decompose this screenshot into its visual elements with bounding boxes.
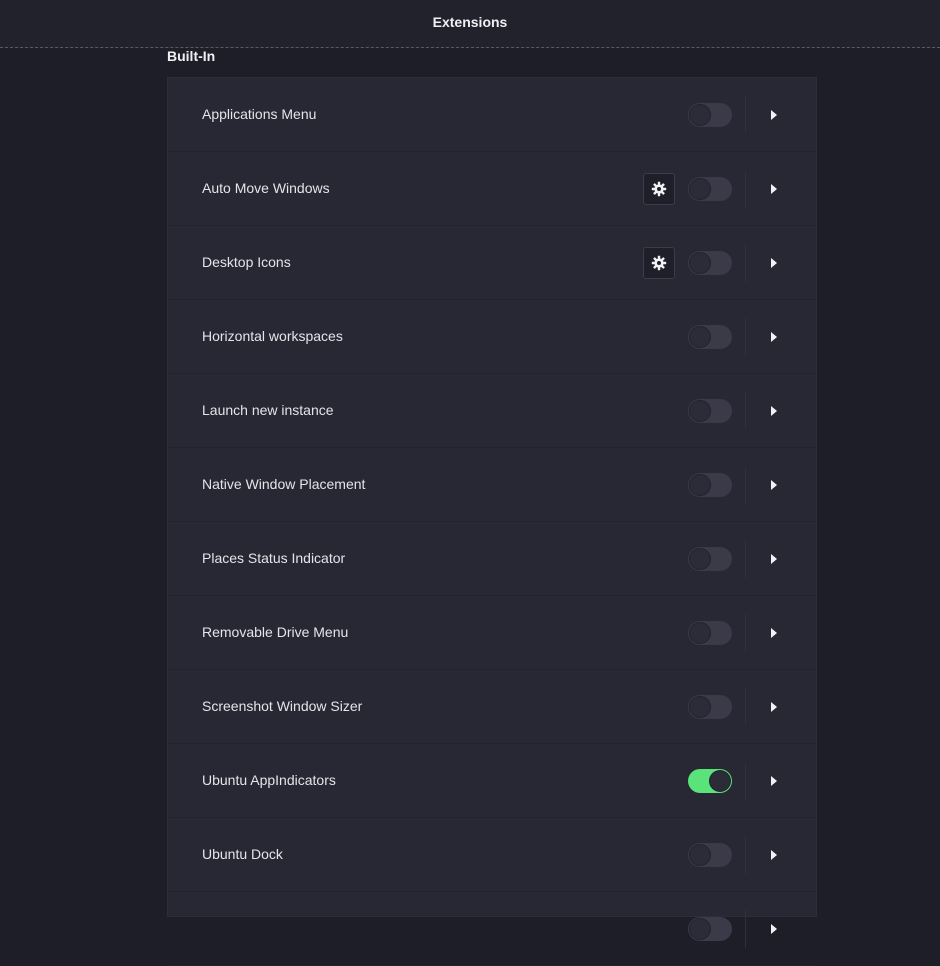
row-divider bbox=[745, 466, 746, 504]
chevron-right-icon bbox=[771, 776, 777, 786]
toggle-knob bbox=[690, 919, 710, 939]
toggle-knob bbox=[690, 845, 710, 865]
chevron-right-icon bbox=[771, 850, 777, 860]
expand-row-button[interactable] bbox=[769, 479, 779, 491]
extension-toggle[interactable] bbox=[688, 917, 732, 941]
extension-row[interactable]: Places Status Indicator bbox=[168, 522, 816, 596]
extensions-list: Applications Menu Auto Move Windows Deskto… bbox=[167, 77, 817, 966]
extension-row[interactable]: Auto Move Windows bbox=[168, 152, 816, 226]
expand-row-button[interactable] bbox=[769, 701, 779, 713]
extension-toggle[interactable] bbox=[688, 251, 732, 275]
expand-row-button[interactable] bbox=[769, 183, 779, 195]
extension-toggle[interactable] bbox=[688, 547, 732, 571]
row-divider bbox=[745, 688, 746, 726]
chevron-right-icon bbox=[771, 184, 777, 194]
extension-name: Horizontal workspaces bbox=[202, 328, 343, 344]
row-divider bbox=[745, 762, 746, 800]
extension-toggle[interactable] bbox=[688, 325, 732, 349]
section-title: Built-In bbox=[167, 48, 216, 64]
extension-name: Places Status Indicator bbox=[202, 550, 346, 566]
extension-toggle[interactable] bbox=[688, 473, 732, 497]
extension-row[interactable]: Launch new instance bbox=[168, 374, 816, 448]
toggle-knob bbox=[690, 253, 710, 273]
chevron-right-icon bbox=[771, 258, 777, 268]
extension-settings-button[interactable] bbox=[643, 173, 675, 205]
toggle-knob bbox=[690, 327, 710, 347]
chevron-right-icon bbox=[771, 406, 777, 416]
expand-row-button[interactable] bbox=[769, 627, 779, 639]
chevron-right-icon bbox=[771, 110, 777, 120]
expand-row-button[interactable] bbox=[769, 923, 779, 935]
chevron-right-icon bbox=[771, 628, 777, 638]
expand-row-button[interactable] bbox=[769, 257, 779, 269]
row-divider bbox=[745, 540, 746, 578]
extension-toggle[interactable] bbox=[688, 103, 732, 127]
extension-settings-button[interactable] bbox=[643, 247, 675, 279]
toggle-knob bbox=[690, 401, 710, 421]
header-bar: Extensions bbox=[0, 0, 940, 48]
extension-toggle[interactable] bbox=[688, 769, 732, 793]
extension-name: Native Window Placement bbox=[202, 476, 366, 492]
expand-row-button[interactable] bbox=[769, 775, 779, 787]
expand-row-button[interactable] bbox=[769, 849, 779, 861]
gear-icon bbox=[651, 181, 667, 197]
row-divider bbox=[745, 910, 746, 948]
chevron-right-icon bbox=[771, 332, 777, 342]
extension-row[interactable]: Removable Drive Menu bbox=[168, 596, 816, 670]
extension-row[interactable]: Desktop Icons bbox=[168, 226, 816, 300]
extension-toggle[interactable] bbox=[688, 695, 732, 719]
extension-toggle[interactable] bbox=[688, 399, 732, 423]
chevron-right-icon bbox=[771, 924, 777, 934]
row-divider bbox=[745, 96, 746, 134]
row-divider bbox=[745, 836, 746, 874]
expand-row-button[interactable] bbox=[769, 553, 779, 565]
extension-name: Launch new instance bbox=[202, 402, 334, 418]
toggle-knob bbox=[690, 179, 710, 199]
gear-icon bbox=[651, 255, 667, 271]
extension-row[interactable]: Applications Menu bbox=[168, 78, 816, 152]
chevron-right-icon bbox=[771, 554, 777, 564]
window-title: Extensions bbox=[432, 14, 508, 30]
extension-row[interactable]: Ubuntu Dock bbox=[168, 818, 816, 892]
extension-row[interactable]: Horizontal workspaces bbox=[168, 300, 816, 374]
expand-row-button[interactable] bbox=[769, 109, 779, 121]
chevron-right-icon bbox=[771, 480, 777, 490]
row-divider bbox=[745, 170, 746, 208]
extension-name: Ubuntu AppIndicators bbox=[202, 772, 336, 788]
toggle-knob bbox=[690, 105, 710, 125]
toggle-knob bbox=[690, 475, 710, 495]
extension-row[interactable]: Screenshot Window Sizer bbox=[168, 670, 816, 744]
extension-name: Removable Drive Menu bbox=[202, 624, 349, 640]
extension-toggle[interactable] bbox=[688, 621, 732, 645]
extension-toggle[interactable] bbox=[688, 843, 732, 867]
row-divider bbox=[745, 318, 746, 356]
chevron-right-icon bbox=[771, 702, 777, 712]
expand-row-button[interactable] bbox=[769, 405, 779, 417]
extension-row[interactable]: Ubuntu AppIndicators bbox=[168, 744, 816, 818]
expand-row-button[interactable] bbox=[769, 331, 779, 343]
extension-name: Screenshot Window Sizer bbox=[202, 698, 363, 714]
extension-toggle[interactable] bbox=[688, 177, 732, 201]
extension-name: Ubuntu Dock bbox=[202, 846, 283, 862]
extension-row[interactable]: Native Window Placement bbox=[168, 448, 816, 522]
toggle-knob bbox=[690, 623, 710, 643]
toggle-knob bbox=[710, 771, 730, 791]
row-divider bbox=[745, 244, 746, 282]
toggle-knob bbox=[690, 697, 710, 717]
row-divider bbox=[745, 614, 746, 652]
extension-name: Applications Menu bbox=[202, 106, 317, 122]
row-divider bbox=[745, 392, 746, 430]
extension-name: Desktop Icons bbox=[202, 254, 291, 270]
extension-row[interactable] bbox=[168, 892, 816, 966]
extension-name: Auto Move Windows bbox=[202, 180, 330, 196]
toggle-knob bbox=[690, 549, 710, 569]
